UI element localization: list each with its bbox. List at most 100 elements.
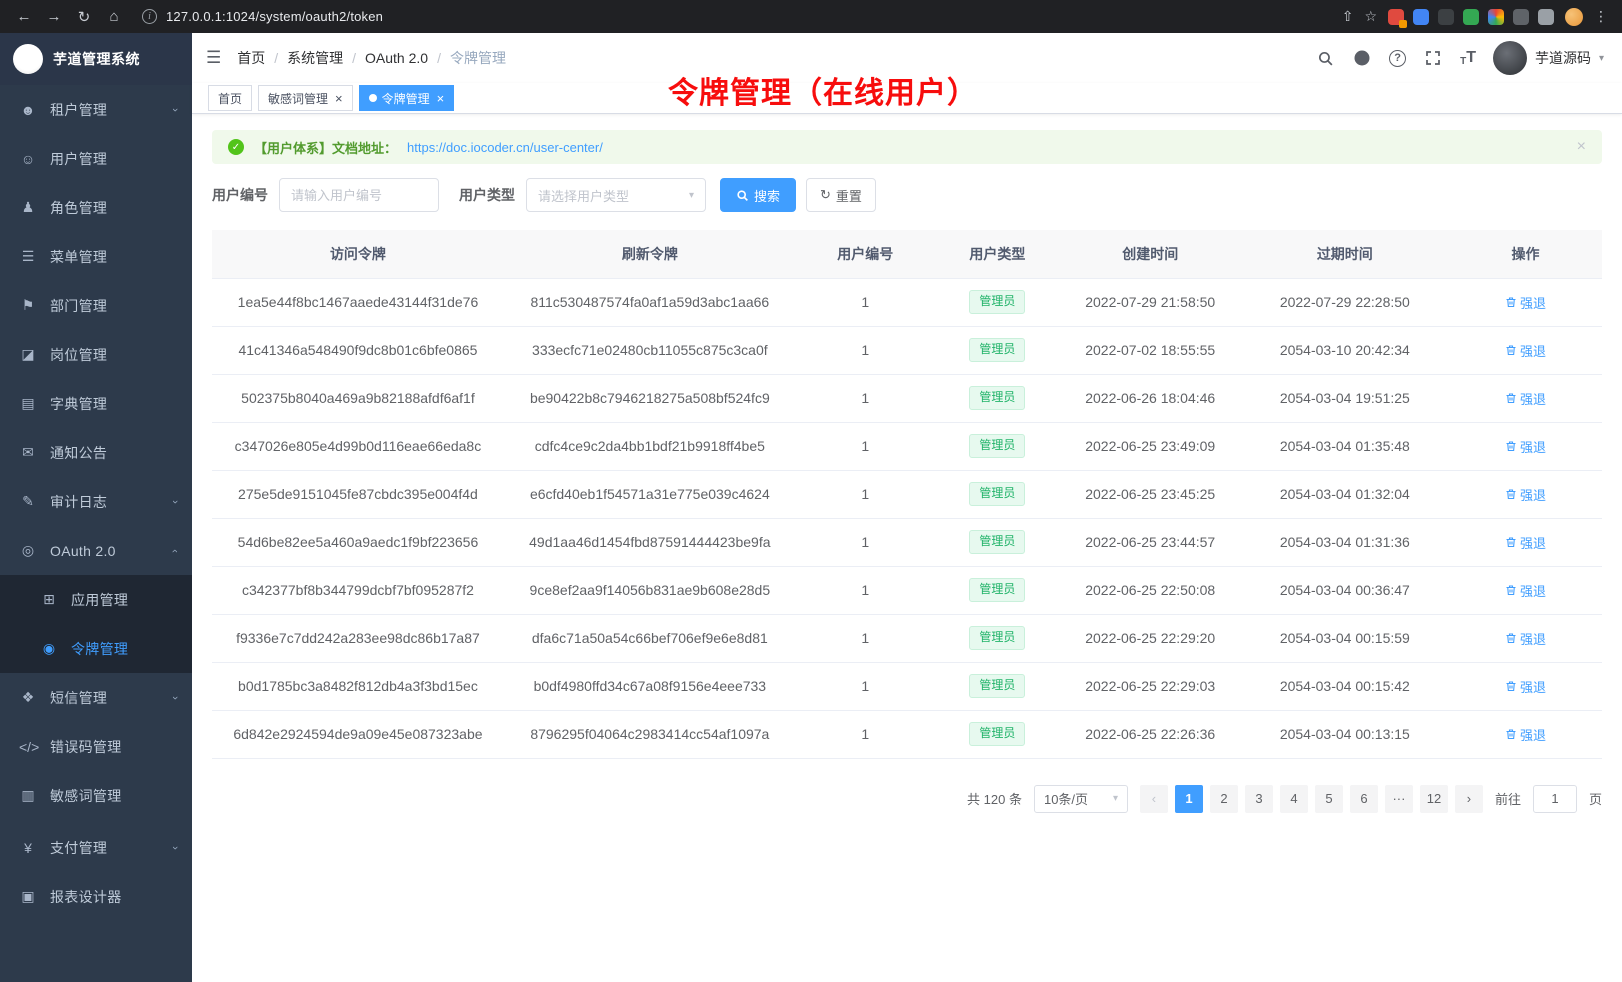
tab-sensitive-word[interactable]: 敏感词管理 × [258, 85, 353, 111]
department-icon: ⚑ [19, 297, 37, 314]
browser-profile-avatar[interactable] [1565, 8, 1583, 26]
user-icon: ☺ [19, 151, 37, 167]
extension-icon-side-panel[interactable] [1538, 9, 1554, 25]
more-pages-button[interactable]: ··· [1385, 785, 1413, 813]
share-icon[interactable]: ⇧ [1342, 8, 1354, 25]
user-type-badge: 管理员 [969, 578, 1025, 602]
page-size-select[interactable]: 10条/页 ▾ [1034, 785, 1128, 813]
browser-back-button[interactable]: ← [10, 4, 38, 30]
access-token-cell: c342377bf8b344799dcbf7bf095287f2 [212, 566, 504, 614]
force-logout-button[interactable]: 强退 [1505, 341, 1546, 360]
user-type-select[interactable]: 请选择用户类型 ▾ [526, 178, 706, 212]
force-logout-button[interactable]: 强退 [1505, 533, 1546, 552]
search-button[interactable]: 搜索 [720, 178, 796, 212]
next-page-button[interactable]: › [1455, 785, 1483, 813]
close-icon[interactable]: × [437, 92, 445, 105]
search-icon[interactable] [1315, 48, 1335, 68]
user-menu[interactable]: 芋道源码 ▾ [1493, 41, 1604, 75]
sidebar-item-sms[interactable]: ❖短信管理› [0, 673, 192, 722]
reset-button[interactable]: ↻ 重置 [806, 178, 876, 212]
force-logout-button[interactable]: 强退 [1505, 293, 1546, 312]
close-icon[interactable]: × [335, 92, 343, 105]
sidebar-item-audit-log[interactable]: ✎审计日志› [0, 477, 192, 526]
extension-icon-blue-drop[interactable] [1413, 9, 1429, 25]
sidebar-item-user[interactable]: ☺用户管理 [0, 134, 192, 183]
page-button-3[interactable]: 3 [1245, 785, 1273, 813]
prev-page-button[interactable]: ‹ [1140, 785, 1168, 813]
font-size-icon[interactable]: TT [1460, 49, 1476, 67]
chevron-down-icon: › [169, 108, 181, 112]
sidebar-item-post[interactable]: ◪岗位管理 [0, 330, 192, 379]
sidebar-item-dept[interactable]: ⚑部门管理 [0, 281, 192, 330]
trash-icon [1505, 488, 1517, 500]
browser-forward-button[interactable]: → [40, 4, 68, 30]
app-logo-block[interactable]: 芋道管理系统 [0, 33, 192, 85]
alert-close-icon[interactable]: × [1577, 138, 1586, 156]
doc-link[interactable]: https://doc.iocoder.cn/user-center/ [407, 140, 603, 155]
page-button-2[interactable]: 2 [1210, 785, 1238, 813]
force-logout-button[interactable]: 强退 [1505, 677, 1546, 696]
extension-icon-red-grid[interactable] [1388, 9, 1404, 25]
sidebar-item-report-designer[interactable]: ▣报表设计器 [0, 872, 192, 921]
breadcrumb-item[interactable]: OAuth 2.0 [365, 50, 428, 66]
force-logout-button[interactable]: 强退 [1505, 581, 1546, 600]
expire-time-cell: 2054-03-04 01:32:04 [1241, 470, 1450, 518]
extension-icon-puzzle[interactable] [1513, 9, 1529, 25]
help-icon[interactable]: ? [1389, 50, 1406, 67]
browser-reload-button[interactable]: ↻ [70, 4, 98, 30]
sidebar-item-sensitive-word[interactable]: ▥敏感词管理 [0, 771, 192, 820]
tab-home[interactable]: 首页 [208, 85, 252, 111]
breadcrumb-item[interactable]: 系统管理 [287, 48, 343, 68]
site-info-icon[interactable]: i [142, 9, 157, 24]
access-token-cell: 54d6be82ee5a460a9aedc1f9bf223656 [212, 518, 504, 566]
sidebar-item-notice[interactable]: ✉通知公告 [0, 428, 192, 477]
created-time-cell: 2022-06-25 23:49:09 [1060, 422, 1241, 470]
sms-icon: ❖ [19, 689, 37, 706]
page-button-1[interactable]: 1 [1175, 785, 1203, 813]
sidebar-toggle-icon[interactable]: ☰ [206, 48, 221, 68]
refresh-token-cell: 333ecfc71e02480cb11055c875c3ca0f [504, 326, 796, 374]
sidebar-item-payment[interactable]: ¥支付管理› [0, 823, 192, 872]
github-icon[interactable] [1352, 48, 1372, 68]
address-bar[interactable]: i 127.0.0.1:1024/system/oauth2/token [130, 4, 1336, 30]
force-logout-button[interactable]: 强退 [1505, 725, 1546, 744]
sidebar-item-oauth2[interactable]: ◎OAuth 2.0› [0, 526, 192, 575]
user-id-cell: 1 [796, 422, 935, 470]
force-logout-button[interactable]: 强退 [1505, 629, 1546, 648]
oauth-icon: ◎ [19, 542, 37, 559]
extension-icon-rainbow[interactable] [1488, 9, 1504, 25]
tab-token[interactable]: 令牌管理 × [359, 85, 455, 111]
breadcrumb-item[interactable]: 首页 [237, 48, 265, 68]
page-button-6[interactable]: 6 [1350, 785, 1378, 813]
force-logout-button[interactable]: 强退 [1505, 485, 1546, 504]
bookmark-star-icon[interactable]: ☆ [1364, 8, 1377, 25]
refresh-token-cell: dfa6c71a50a54c66bef706ef9e6e8d81 [504, 614, 796, 662]
sidebar-item-role[interactable]: ♟角色管理 [0, 183, 192, 232]
page-button-5[interactable]: 5 [1315, 785, 1343, 813]
tab-label: 令牌管理 [382, 90, 430, 107]
page-button-12[interactable]: 12 [1420, 785, 1448, 813]
column-header: 刷新令牌 [504, 230, 796, 278]
chevron-down-icon: ▾ [1113, 793, 1118, 804]
extension-icon-green-circle[interactable] [1463, 9, 1479, 25]
sidebar-item-error-code[interactable]: </>错误码管理 [0, 722, 192, 771]
fullscreen-icon[interactable] [1423, 48, 1443, 68]
sidebar-item-dict[interactable]: ▤字典管理 [0, 379, 192, 428]
extension-icon-dark-sphere[interactable] [1438, 9, 1454, 25]
sidebar-item-app-mgmt[interactable]: ⊞应用管理 [0, 575, 192, 624]
sidebar-item-menu[interactable]: ☰菜单管理 [0, 232, 192, 281]
tab-label: 敏感词管理 [268, 90, 328, 107]
sidebar-item-tenant[interactable]: ☻租户管理› [0, 85, 192, 134]
expire-time-cell: 2054-03-10 20:42:34 [1241, 326, 1450, 374]
goto-page-input[interactable] [1533, 785, 1577, 813]
goto-label: 前往 [1495, 789, 1521, 808]
user-id-input[interactable] [279, 178, 439, 212]
force-logout-button[interactable]: 强退 [1505, 389, 1546, 408]
sidebar-item-token-mgmt[interactable]: ◉令牌管理 [0, 624, 192, 673]
browser-toolbar-right: ⇧ ☆ ⋮ [1338, 8, 1612, 26]
browser-menu-icon[interactable]: ⋮ [1594, 8, 1608, 25]
page-button-4[interactable]: 4 [1280, 785, 1308, 813]
force-logout-button[interactable]: 强退 [1505, 437, 1546, 456]
table-row: c347026e805e4d99b0d116eae66eda8ccdfc4ce9… [212, 422, 1602, 470]
browser-home-button[interactable]: ⌂ [100, 4, 128, 30]
